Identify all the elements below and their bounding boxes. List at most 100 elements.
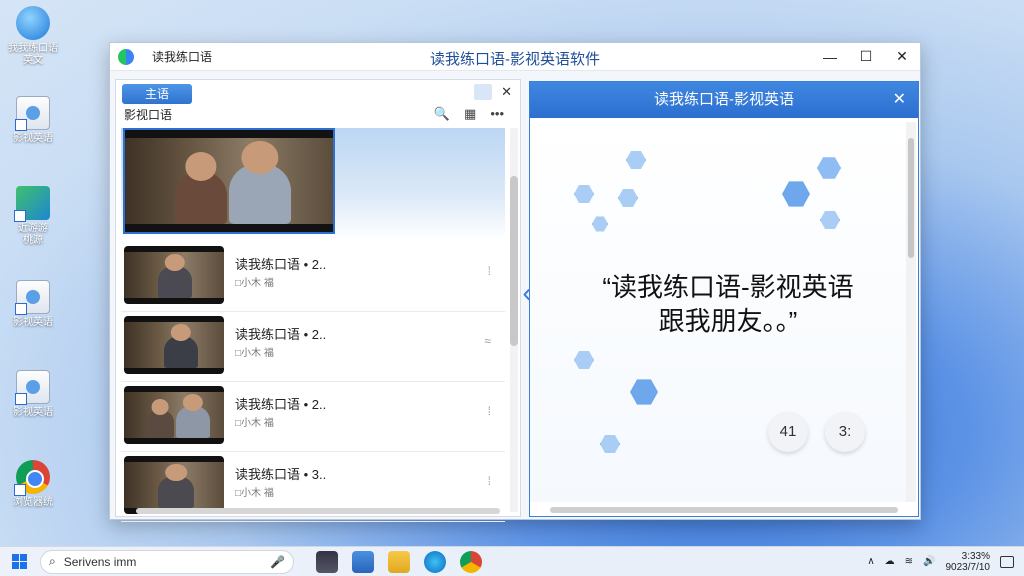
maximize-button[interactable]: ☐ — [848, 43, 884, 71]
desktop-icon-label: 浏览器统 — [13, 497, 53, 508]
video-thumbnail[interactable] — [124, 316, 224, 374]
person-figure — [229, 164, 291, 224]
clock[interactable]: 3:33% 9023/7/10 — [946, 551, 991, 573]
horizontal-scrollbar[interactable] — [136, 508, 500, 514]
wifi-icon[interactable]: ≈ — [484, 334, 491, 348]
chrome-icon[interactable] — [460, 550, 482, 573]
list-item-title: 读我练口语 • 2.. — [235, 397, 327, 412]
hexagon-decoration — [820, 211, 840, 229]
search-icon[interactable]: 🔍 — [434, 106, 450, 122]
list-item-title: 读我练口语 • 3.. — [235, 467, 327, 482]
hexagon-decoration — [618, 189, 638, 207]
app-icon — [14, 186, 50, 222]
list-item-title: 读我练口语 • 2.. — [235, 327, 327, 342]
edge-icon[interactable] — [424, 550, 446, 573]
video-list: 读我练口语 • 2.. □小木 福 ⁞ 读我练口语 • 2.. □小木 福 ≈ — [121, 242, 505, 522]
more-icon[interactable]: ••• — [490, 106, 504, 122]
video-thumbnail[interactable] — [124, 246, 224, 304]
wifi-icon[interactable]: ≋ — [905, 556, 913, 567]
hexagon-decoration — [600, 435, 620, 453]
microphone-icon[interactable]: 🎤 — [270, 555, 285, 569]
person-figure — [175, 172, 227, 224]
preview-header: 读我练口语-影视英语 ✕ — [530, 82, 918, 118]
title-bar[interactable]: 读我练口语 读我练口语-影视英语软件 — ☐ ✕ — [110, 43, 920, 71]
desktop-icon-label: 影视英语 — [13, 133, 53, 144]
video-thumbnail[interactable] — [124, 386, 224, 444]
desktop-icon-4[interactable]: 影视英语 — [4, 280, 62, 329]
featured-video[interactable] — [121, 128, 505, 240]
preview-close-button[interactable]: ✕ — [893, 82, 906, 118]
item-menu-icon[interactable]: ⁞ — [488, 404, 491, 418]
pane-close-button[interactable]: ✕ — [501, 84, 512, 100]
clock-time: 3:33% — [961, 550, 990, 562]
list-item[interactable]: 读我练口语 • 2.. □小木 福 ≈ — [121, 312, 505, 382]
window-title: 读我练口语-影视英语软件 — [430, 51, 600, 68]
hexagon-decoration — [630, 379, 658, 405]
document-icon — [15, 96, 50, 131]
windows-icon — [11, 554, 27, 569]
store-icon[interactable] — [352, 550, 374, 573]
document-icon — [15, 370, 50, 405]
item-menu-icon[interactable]: ⁞ — [488, 474, 491, 488]
desktop-icon-label: 影视英语 — [13, 407, 53, 418]
desktop-icon-6[interactable]: 浏览器统 — [4, 460, 62, 509]
network-icon — [15, 280, 50, 315]
counter-button-b[interactable]: 3: — [825, 412, 865, 452]
notification-icon[interactable] — [1000, 555, 1014, 568]
app-logo-icon — [118, 48, 134, 65]
hexagon-decoration — [574, 351, 594, 369]
desktop-icon-5[interactable]: 影视英语 — [4, 370, 62, 419]
item-menu-icon[interactable]: ⁞ — [488, 264, 491, 278]
pane-toggle-button[interactable] — [474, 84, 492, 100]
list-item-meta: □小木 福 — [235, 418, 274, 429]
desktop-icon-label: 影视英语 — [13, 317, 53, 328]
list-item-meta: □小木 福 — [235, 278, 274, 289]
hexagon-decoration — [592, 216, 608, 232]
desktop-icon-2[interactable]: 影视英语 — [4, 96, 62, 145]
list-item[interactable]: 读我练口语 • 2.. □小木 福 ⁞ — [121, 382, 505, 452]
window-small-title: 读我练口语 — [152, 50, 213, 64]
featured-thumbnail[interactable] — [123, 128, 335, 234]
calendar-icon[interactable]: ▦ — [464, 106, 476, 122]
scrollbar-thumb[interactable] — [908, 138, 914, 258]
taskbar: ⌕ Serivens imm 🎤 ∧ ☁ ≋ 🔊 3:33% 9023/7/10 — [0, 546, 1024, 576]
folder-icon[interactable] — [388, 550, 410, 573]
horizontal-scrollbar[interactable] — [550, 507, 898, 513]
scrollbar-thumb[interactable] — [510, 176, 518, 346]
list-item-meta: □小木 福 — [235, 488, 274, 499]
taskbar-search[interactable]: ⌕ Serivens imm 🎤 — [40, 549, 294, 574]
cloud-icon[interactable]: ☁ — [885, 556, 895, 567]
chrome-icon — [14, 460, 50, 496]
video-thumbnail[interactable] — [124, 456, 224, 514]
close-button[interactable]: ✕ — [884, 43, 920, 71]
start-button[interactable] — [4, 547, 34, 576]
section-title: 影视口语 — [124, 108, 173, 122]
preview-body: “读我练口语-影视英语 跟我朋友。。” 41 3: — [530, 122, 906, 502]
list-item[interactable]: 读我练口语 • 2.. □小木 福 ⁞ — [121, 242, 505, 312]
preview-pane: 读我练口语-影视英语 ✕ “读我练口语-影视英语 跟我朋友。。” 41 3: — [529, 81, 919, 517]
clock-date: 9023/7/10 — [945, 561, 991, 573]
search-icon: ⌕ — [49, 554, 56, 568]
search-text: Serivens imm — [63, 554, 137, 569]
globe-icon — [16, 6, 50, 40]
equalizer-icon[interactable] — [316, 550, 338, 573]
preview-title: 读我练口语-影视英语 — [654, 91, 794, 108]
video-list-pane: 主语 ✕ 影视口语 🔍 ▦ ••• 读我练口语 • 2.. □小木 福 ⁞ 读我… — [115, 79, 521, 522]
minimize-button[interactable]: — — [812, 43, 848, 71]
hexagon-decoration — [782, 181, 810, 207]
list-item-title: 读我练口语 • 2.. — [235, 257, 327, 272]
hexagon-decoration — [574, 185, 594, 203]
list-item-meta: □小木 福 — [235, 348, 274, 359]
tab-main[interactable]: 主语 — [122, 84, 192, 104]
tray-expand-icon[interactable]: ∧ — [867, 556, 874, 567]
desktop-icon-label: 我我练口语 英文 — [8, 43, 58, 66]
hexagon-decoration — [817, 157, 841, 179]
desktop-icon-1[interactable]: 我我练口语 英文 — [4, 6, 62, 67]
desktop-icon-3[interactable]: 近游游 桃源 — [4, 186, 62, 247]
desktop-icon-label: 近游游 桃源 — [18, 223, 48, 246]
counter-button-a[interactable]: 41 — [768, 412, 808, 452]
quote-text: “读我练口语-影视英语 跟我朋友。。” — [602, 272, 854, 336]
app-window: 读我练口语 读我练口语-影视英语软件 — ☐ ✕ 主语 ✕ 影视口语 🔍 ▦ •… — [109, 42, 921, 522]
hexagon-decoration — [626, 151, 646, 169]
volume-icon[interactable]: 🔊 — [923, 556, 935, 567]
